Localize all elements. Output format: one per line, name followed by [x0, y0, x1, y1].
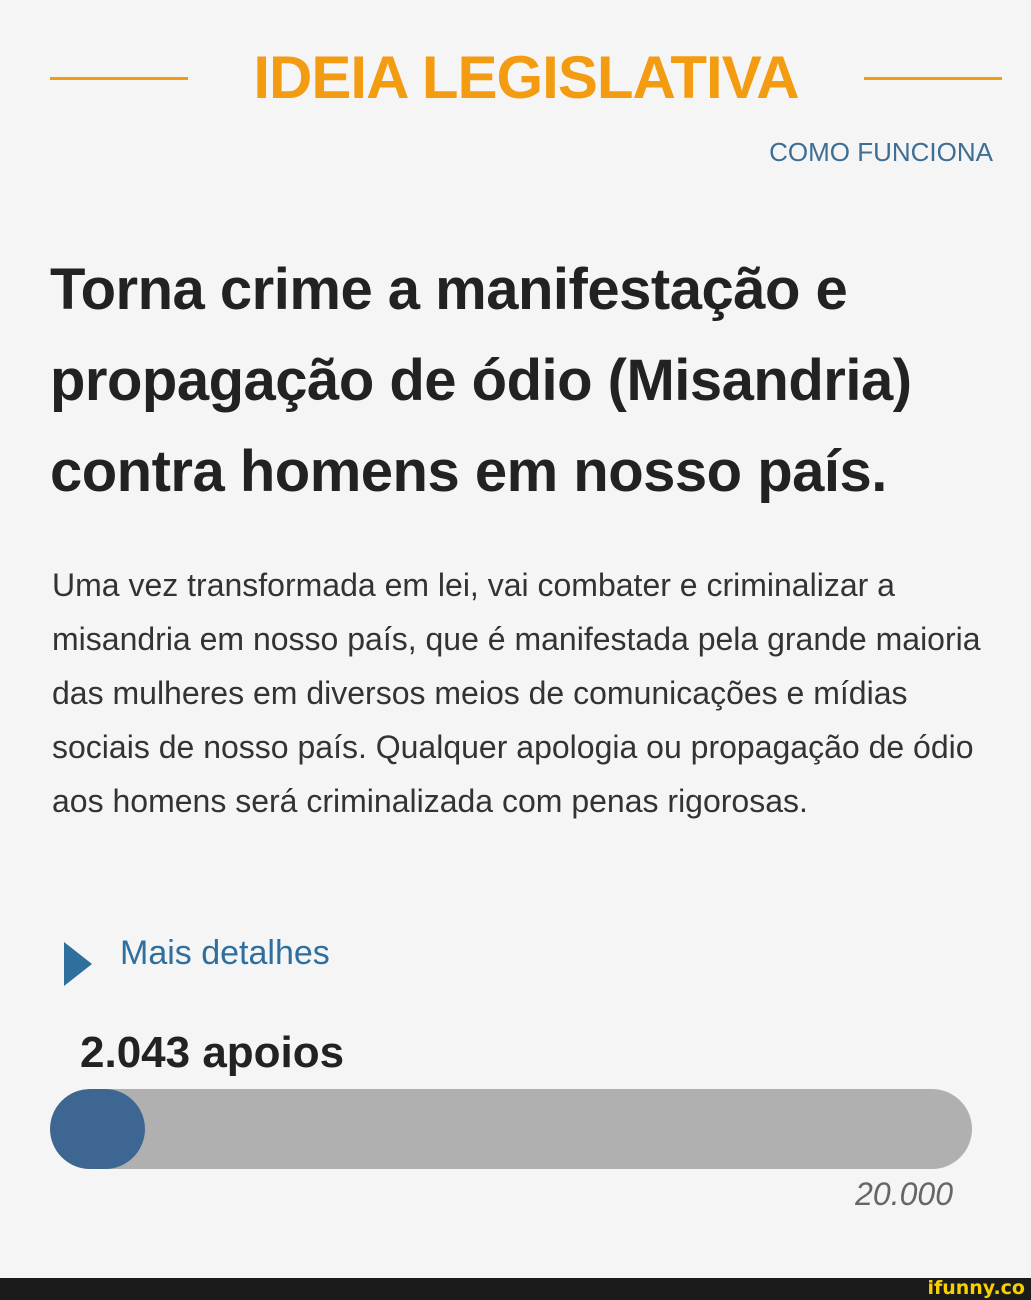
more-details-label: Mais detalhes: [120, 934, 330, 972]
support-count: 2.043 apoios: [80, 1028, 345, 1077]
idea-description: Uma vez transformada em lei, vai combate…: [52, 567, 981, 819]
how-it-works-link[interactable]: COMO FUNCIONA: [769, 137, 993, 168]
footer-bar: ifunny.co: [0, 1278, 1031, 1300]
support-progress-bar: [50, 1089, 972, 1169]
caret-right-icon: [64, 942, 92, 986]
header-left-rule: [50, 76, 188, 80]
header-right-rule: [864, 76, 1002, 80]
watermark: ifunny.co: [927, 1277, 1025, 1299]
support-goal: 20.000: [855, 1176, 953, 1212]
idea-title: Torna crime a manifestação e propagação …: [50, 257, 912, 504]
support-progress-fill: [50, 1089, 145, 1169]
more-details-toggle[interactable]: Mais detalhes: [60, 928, 330, 986]
page-title: IDEIA LEGISLATIVA: [253, 44, 799, 111]
page-header: IDEIA LEGISLATIVA: [50, 38, 1002, 118]
